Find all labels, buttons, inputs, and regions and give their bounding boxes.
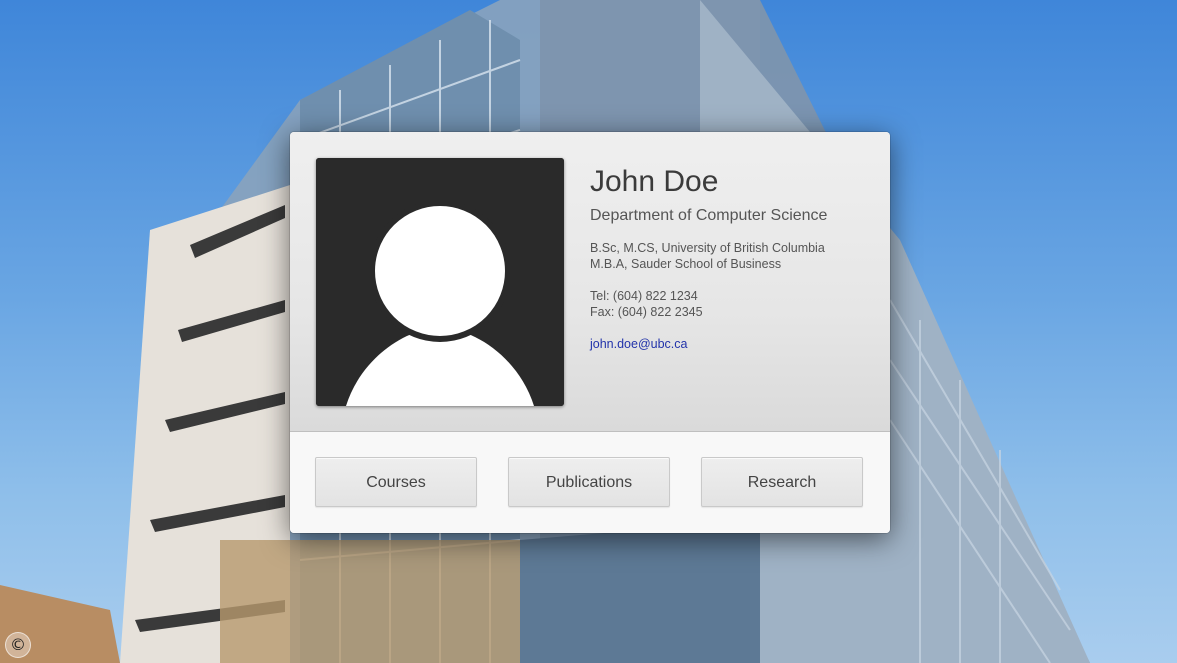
profile-contact: Tel: (604) 822 1234 Fax: (604) 822 2345 <box>590 288 880 320</box>
profile-header: John Doe Department of Computer Science … <box>290 132 890 432</box>
degree-line: B.Sc, M.CS, University of British Columb… <box>590 241 825 255</box>
user-silhouette-icon <box>316 158 564 406</box>
courses-button[interactable]: Courses <box>315 457 477 507</box>
profile-info: John Doe Department of Computer Science … <box>590 164 880 353</box>
telephone-number: Tel: (604) 822 1234 <box>590 289 698 303</box>
profile-degrees: B.Sc, M.CS, University of British Columb… <box>590 240 880 272</box>
copyright-icon[interactable]: © <box>5 632 31 658</box>
research-button[interactable]: Research <box>701 457 863 507</box>
profile-name: John Doe <box>590 165 719 198</box>
fax-number: Fax: (604) 822 2345 <box>590 305 703 319</box>
avatar <box>316 158 564 406</box>
profile-card: John Doe Department of Computer Science … <box>290 132 890 533</box>
profile-department: Department of Computer Science <box>590 207 828 224</box>
publications-button[interactable]: Publications <box>508 457 670 507</box>
degree-line: M.B.A, Sauder School of Business <box>590 257 782 271</box>
email-link[interactable]: john.doe@ubc.ca <box>590 336 687 352</box>
